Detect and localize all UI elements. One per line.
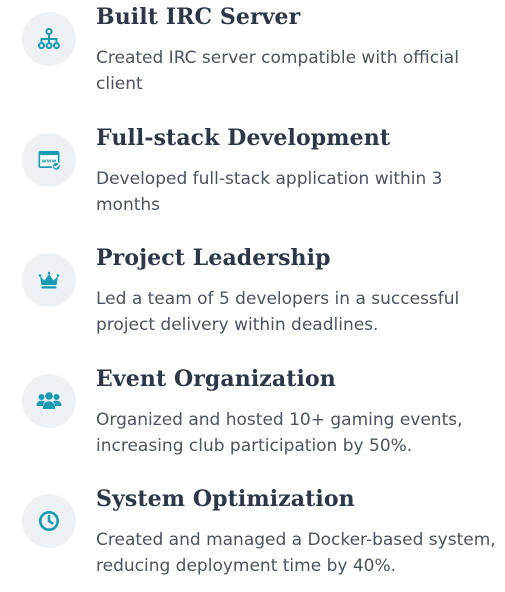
achievement-item-event-organization: Event Organization Organized and hosted … xyxy=(22,362,505,472)
achievement-description: Created and managed a Docker-based syste… xyxy=(96,530,496,576)
achievement-title: Built IRC Server xyxy=(96,4,301,30)
achievement-item-full-stack: www Full-stack Development Developed ful… xyxy=(22,121,505,231)
achievement-item-system-optimization: System Optimization Created and managed … xyxy=(22,482,505,592)
sitemap-icon xyxy=(22,12,76,66)
users-icon xyxy=(22,374,76,428)
browser-window-icon: www xyxy=(22,133,76,187)
achievement-item-project-leadership: Project Leadership Led a team of 5 devel… xyxy=(22,241,505,351)
achievement-title: Project Leadership xyxy=(96,245,331,271)
achievement-description: Created IRC server compatible with offic… xyxy=(96,48,459,94)
achievement-description: Led a team of 5 developers in a successf… xyxy=(96,289,460,335)
achievement-item-irc-server: Built IRC Server Created IRC server comp… xyxy=(22,0,505,110)
achievement-title: System Optimization xyxy=(96,486,355,512)
clock-icon xyxy=(22,494,76,548)
achievement-description: Organized and hosted 10+ gaming events, … xyxy=(96,410,463,456)
achievement-title: Event Organization xyxy=(96,366,336,392)
achievement-title: Full-stack Development xyxy=(96,125,391,151)
achievement-description: Developed full-stack application within … xyxy=(96,169,443,215)
crown-icon xyxy=(22,253,76,307)
